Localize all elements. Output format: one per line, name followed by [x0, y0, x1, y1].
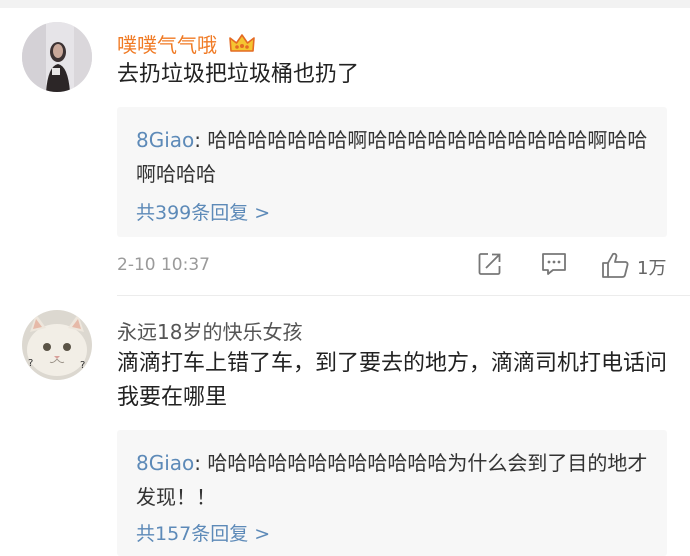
reply-box[interactable]: 8Giao: 哈哈哈哈哈哈哈哈哈哈哈哈为什么会到了目的地才发现！！ 共157条回… [117, 430, 667, 556]
more-replies-link[interactable]: 共157条回复 > [136, 519, 270, 546]
username[interactable]: 噗噗气气哦 [117, 29, 256, 60]
crown-icon [229, 33, 256, 60]
reply-text: 8Giao: 哈哈哈哈哈哈哈啊哈哈哈哈哈哈哈哈哈哈哈啊哈哈啊哈哈哈 [136, 123, 656, 191]
comment-item: ? ? 永远18岁的快乐女孩 滴滴打车上错了车，到了要去的地方，滴滴司机打电话问… [0, 296, 690, 556]
reply-author[interactable]: 8Giao [136, 128, 194, 152]
thumbs-up-icon [602, 252, 629, 278]
reply-body: 哈哈哈哈哈哈哈哈哈哈哈哈为什么会到了目的地才发现！！ [136, 451, 648, 509]
share-icon [478, 253, 501, 275]
avatar-photo [22, 22, 92, 92]
avatar[interactable]: ? ? [22, 310, 92, 380]
comment-meta: 2-10 10:37 1万 [117, 251, 677, 281]
username-text[interactable]: 永远18岁的快乐女孩 [117, 320, 302, 344]
svg-text:?: ? [28, 358, 33, 369]
svg-text:?: ? [80, 360, 85, 371]
comment-button[interactable] [540, 251, 570, 281]
reply-text: 8Giao: 哈哈哈哈哈哈哈哈哈哈哈哈为什么会到了目的地才发现！！ [136, 446, 656, 514]
like-count: 1万 [637, 258, 667, 279]
reply-separator: : [194, 128, 208, 152]
avatar-photo: ? ? [22, 310, 92, 380]
reply-body: 哈哈哈哈哈哈哈啊哈哈哈哈哈哈哈哈哈哈哈啊哈哈啊哈哈哈 [136, 128, 648, 186]
comment-icon [542, 253, 566, 275]
like-button[interactable]: 1万 [601, 251, 671, 281]
reply-author[interactable]: 8Giao [136, 451, 194, 475]
reply-box[interactable]: 8Giao: 哈哈哈哈哈哈哈啊哈哈哈哈哈哈哈哈哈哈哈啊哈哈啊哈哈哈 共399条回… [117, 107, 667, 237]
comment-content: 去扔垃圾把垃圾桶也扔了 [117, 62, 360, 87]
timestamp: 2-10 10:37 [117, 255, 210, 275]
reply-separator: : [194, 451, 208, 475]
share-button[interactable] [477, 251, 507, 281]
more-replies-link[interactable]: 共399条回复 > [136, 198, 270, 225]
comment-item: 噗噗气气哦 去扔垃圾把垃圾桶也扔了 8Giao: 哈哈哈哈哈哈哈啊哈哈哈哈哈哈哈… [0, 0, 690, 295]
username-text[interactable]: 噗噗气气哦 [117, 33, 217, 57]
avatar[interactable] [22, 22, 92, 92]
username[interactable]: 永远18岁的快乐女孩 [117, 316, 302, 345]
comment-content: 滴滴打车上错了车，到了要去的地方，滴滴司机打电话问我要在哪里 [117, 351, 668, 410]
